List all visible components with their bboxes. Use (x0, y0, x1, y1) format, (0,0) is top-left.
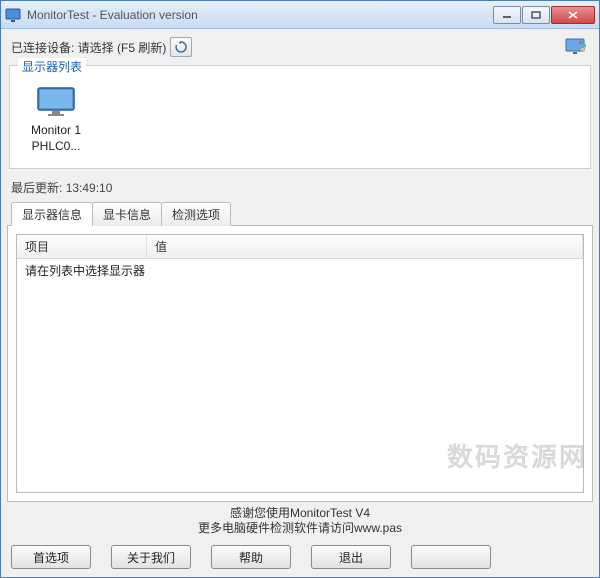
tab-gpu-info[interactable]: 显卡信息 (92, 202, 162, 226)
table-row: 请在列表中选择显示器 (17, 261, 583, 280)
connected-devices-label: 已连接设备: 请选择 (F5 刷新) (11, 39, 166, 56)
about-button[interactable]: 关于我们 (111, 545, 191, 569)
button-row: 首选项 关于我们 帮助 退出 (7, 543, 593, 571)
extra-button[interactable] (411, 545, 491, 569)
monitor-code: PHLC0... (24, 139, 88, 153)
help-button[interactable]: 帮助 (211, 545, 291, 569)
table-message: 请在列表中选择显示器 (25, 262, 155, 279)
th-item[interactable]: 项目 (17, 235, 147, 258)
monitor-icon (36, 86, 76, 118)
tab-panel: 项目 值 请在列表中选择显示器 (7, 225, 593, 502)
close-button[interactable] (551, 6, 595, 24)
table-body: 请在列表中选择显示器 (17, 259, 583, 492)
app-window: MonitorTest - Evaluation version 已连接设备: … (0, 0, 600, 578)
monitor-list: Monitor 1 PHLC0... (20, 82, 580, 158)
tab-strip: 显示器信息 显卡信息 检测选项 (11, 202, 593, 226)
info-table: 项目 值 请在列表中选择显示器 (16, 234, 584, 493)
footer-line2: 更多电脑硬件检测软件请访问www.pas (7, 521, 593, 537)
window-content: 已连接设备: 请选择 (F5 刷新) 显示器列表 (1, 29, 599, 577)
last-update-label: 最后更新: (11, 181, 62, 195)
table-header: 项目 值 (17, 235, 583, 259)
titlebar: MonitorTest - Evaluation version (1, 1, 599, 29)
last-update-time: 13:49:10 (66, 181, 113, 195)
monitor-item[interactable]: Monitor 1 PHLC0... (24, 86, 88, 154)
window-controls (492, 6, 595, 24)
maximize-button[interactable] (522, 6, 550, 24)
monitor-list-legend: 显示器列表 (18, 58, 86, 75)
footer-line1: 感谢您使用MonitorTest V4 (7, 506, 593, 522)
tab-monitor-info[interactable]: 显示器信息 (11, 202, 93, 226)
window-title: MonitorTest - Evaluation version (27, 8, 492, 22)
refresh-button[interactable] (170, 37, 192, 57)
tab-test-options[interactable]: 检测选项 (161, 202, 231, 226)
monitor-test-icon (565, 38, 589, 56)
footer-text: 感谢您使用MonitorTest V4 更多电脑硬件检测软件请访问www.pas (7, 502, 593, 543)
app-icon (5, 7, 21, 23)
monitor-name: Monitor 1 (24, 123, 88, 137)
toolbar: 已连接设备: 请选择 (F5 刷新) (7, 35, 593, 63)
th-value[interactable]: 值 (147, 235, 583, 258)
last-update-row: 最后更新: 13:49:10 (7, 175, 593, 202)
exit-button[interactable]: 退出 (311, 545, 391, 569)
prefs-button[interactable]: 首选项 (11, 545, 91, 569)
minimize-button[interactable] (493, 6, 521, 24)
monitor-list-group: 显示器列表 Monitor 1 PHLC0... (9, 65, 591, 169)
